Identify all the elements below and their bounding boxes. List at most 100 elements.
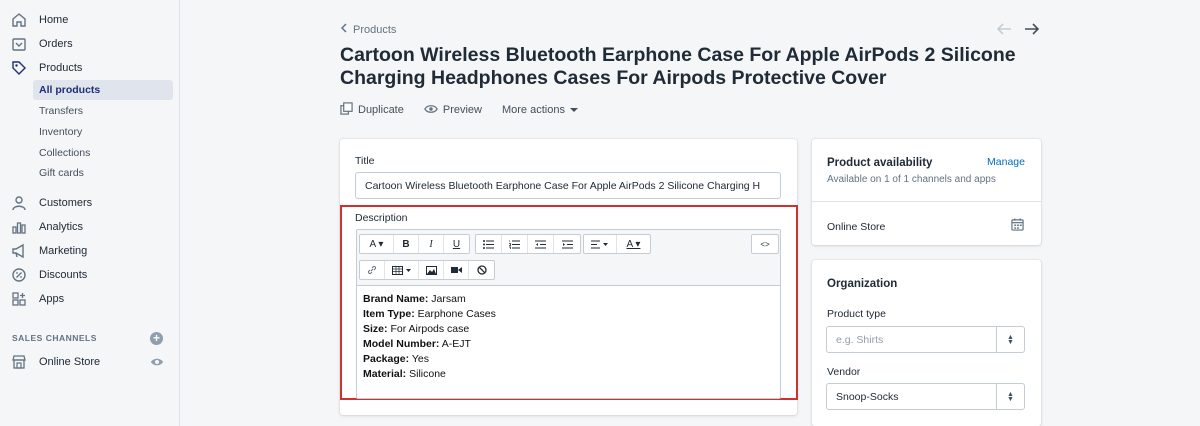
more-actions-label: More actions [501,104,565,116]
select-arrows-icon: ▲ ▼ [996,327,1024,352]
nav-customers-label: Customers [39,197,93,209]
description-line: Package: Yes [363,353,429,365]
video-icon[interactable] [444,261,469,279]
nav-apps-label: Apps [39,293,65,305]
nav-online-store-label: Online Store [39,356,101,368]
sidebar-item-collections[interactable]: Collections [33,143,173,163]
discount-icon [11,267,27,283]
numbered-list-icon[interactable] [502,235,528,253]
chevron-left-icon [340,23,348,36]
availability-card: Product availability Manage Available on… [812,139,1041,245]
vendor-select[interactable]: Snoop-Socks ▲ ▼ [826,383,1025,410]
nav-products[interactable]: Products [0,57,180,79]
sidebar-item-all-products[interactable]: All products [33,80,173,100]
nav-orders-label: Orders [39,38,73,50]
italic-button[interactable]: I [419,235,444,253]
eye-icon[interactable] [150,355,164,374]
insert-group [359,260,495,280]
availability-heading: Product availability [827,157,933,169]
text-color-dropdown[interactable]: A ▾ [617,235,650,253]
font-family-button[interactable]: A ▾ [360,235,394,253]
image-icon[interactable] [419,261,444,279]
preview-button[interactable]: Preview [424,102,482,118]
product-type-placeholder: e.g. Shirts [836,333,884,346]
indent-icon[interactable] [554,235,580,253]
description-editor[interactable]: A ▾ B I U A ▾ <> Brand Name: Jarsam Item… [356,229,781,399]
apps-icon [11,291,27,307]
code-view-icon[interactable]: <> [752,235,778,253]
sidebar-item-inventory[interactable]: Inventory [33,122,173,142]
font-group: A ▾ B I U [359,234,470,254]
description-line: Size: For Airpods case [363,323,470,335]
nav-products-label: Products [39,62,83,74]
megaphone-icon [11,243,27,259]
nav-marketing[interactable]: Marketing [0,240,180,262]
nav-customers[interactable]: Customers [0,192,180,214]
add-channel-icon[interactable]: + [150,332,163,345]
channel-online-store: Online Store [827,221,886,233]
duplicate-label: Duplicate [358,104,404,116]
sidebar-item-gift-cards[interactable]: Gift cards [33,163,173,183]
duplicate-button[interactable]: Duplicate [340,102,404,118]
clear-formatting-icon[interactable] [469,261,494,279]
manage-link[interactable]: Manage [987,156,1025,168]
preview-label: Preview [442,104,482,116]
select-arrows-icon: ▲ ▼ [996,384,1024,409]
outdent-icon[interactable] [528,235,554,253]
nav-discounts[interactable]: Discounts [0,264,180,286]
sidebar-item-transfers[interactable]: Transfers [33,101,173,121]
description-line: Material: Silicone [363,368,446,380]
caret-down-icon [569,104,578,116]
table-dropdown[interactable] [385,261,419,279]
description-line: Item Type: Earphone Cases [363,308,496,320]
description-line: Model Number: A-EJT [363,338,471,350]
description-content[interactable]: Brand Name: Jarsam Item Type: Earphone C… [363,292,496,382]
divider [812,201,1041,202]
analytics-icon [11,219,27,235]
breadcrumb-label: Products [353,23,397,36]
align-dropdown[interactable] [584,235,617,253]
organization-card: Organization Product type e.g. Shirts ▲ ▼… [812,260,1041,426]
calendar-icon[interactable] [1011,218,1024,236]
bulleted-list-icon[interactable] [476,235,502,253]
page-title: Cartoon Wireless Bluetooth Earphone Case… [340,44,1016,89]
next-product-arrow-icon[interactable] [1024,22,1040,40]
title-input[interactable]: Cartoon Wireless Bluetooth Earphone Case… [355,172,781,199]
editor-toolbar: A ▾ B I U A ▾ <> [357,230,780,286]
vendor-label: Vendor [827,366,861,378]
underline-button[interactable]: U [444,235,469,253]
nav-analytics[interactable]: Analytics [0,216,180,238]
nav-discounts-label: Discounts [39,269,88,281]
store-icon [11,354,27,370]
more-actions-button[interactable]: More actions [502,102,578,118]
organization-heading: Organization [827,278,898,290]
nav-home[interactable]: Home [0,9,180,31]
vendor-value: Snoop-Socks [836,390,899,403]
title-label: Title [355,155,375,167]
availability-subtext: Available on 1 of 1 channels and apps [827,174,996,185]
nav-analytics-label: Analytics [39,221,84,233]
nav-orders[interactable]: Orders [0,33,180,55]
duplicate-icon [340,102,353,118]
sales-channels-heading: SALES CHANNELS [12,333,97,343]
list-group [475,234,581,254]
product-type-label: Product type [827,308,886,320]
eye-icon [424,103,438,118]
bold-button[interactable]: B [394,235,419,253]
nav-marketing-label: Marketing [39,245,88,257]
breadcrumb[interactable]: Products [340,23,396,36]
product-type-select[interactable]: e.g. Shirts ▲ ▼ [826,326,1025,353]
page-actions: Duplicate Preview More actions [340,102,578,118]
user-icon [11,195,27,211]
home-icon [11,12,27,28]
align-color-group: A ▾ [583,234,651,254]
html-group: <> [751,234,779,254]
sidebar: Home Orders Products All products Transf… [0,0,180,426]
previous-product-arrow-icon[interactable] [996,22,1012,40]
description-line: Brand Name: Jarsam [363,293,466,305]
nav-home-label: Home [39,14,69,26]
nav-apps[interactable]: Apps [0,288,180,310]
tag-icon [11,60,27,76]
link-icon[interactable] [360,261,385,279]
orders-icon [11,36,27,52]
